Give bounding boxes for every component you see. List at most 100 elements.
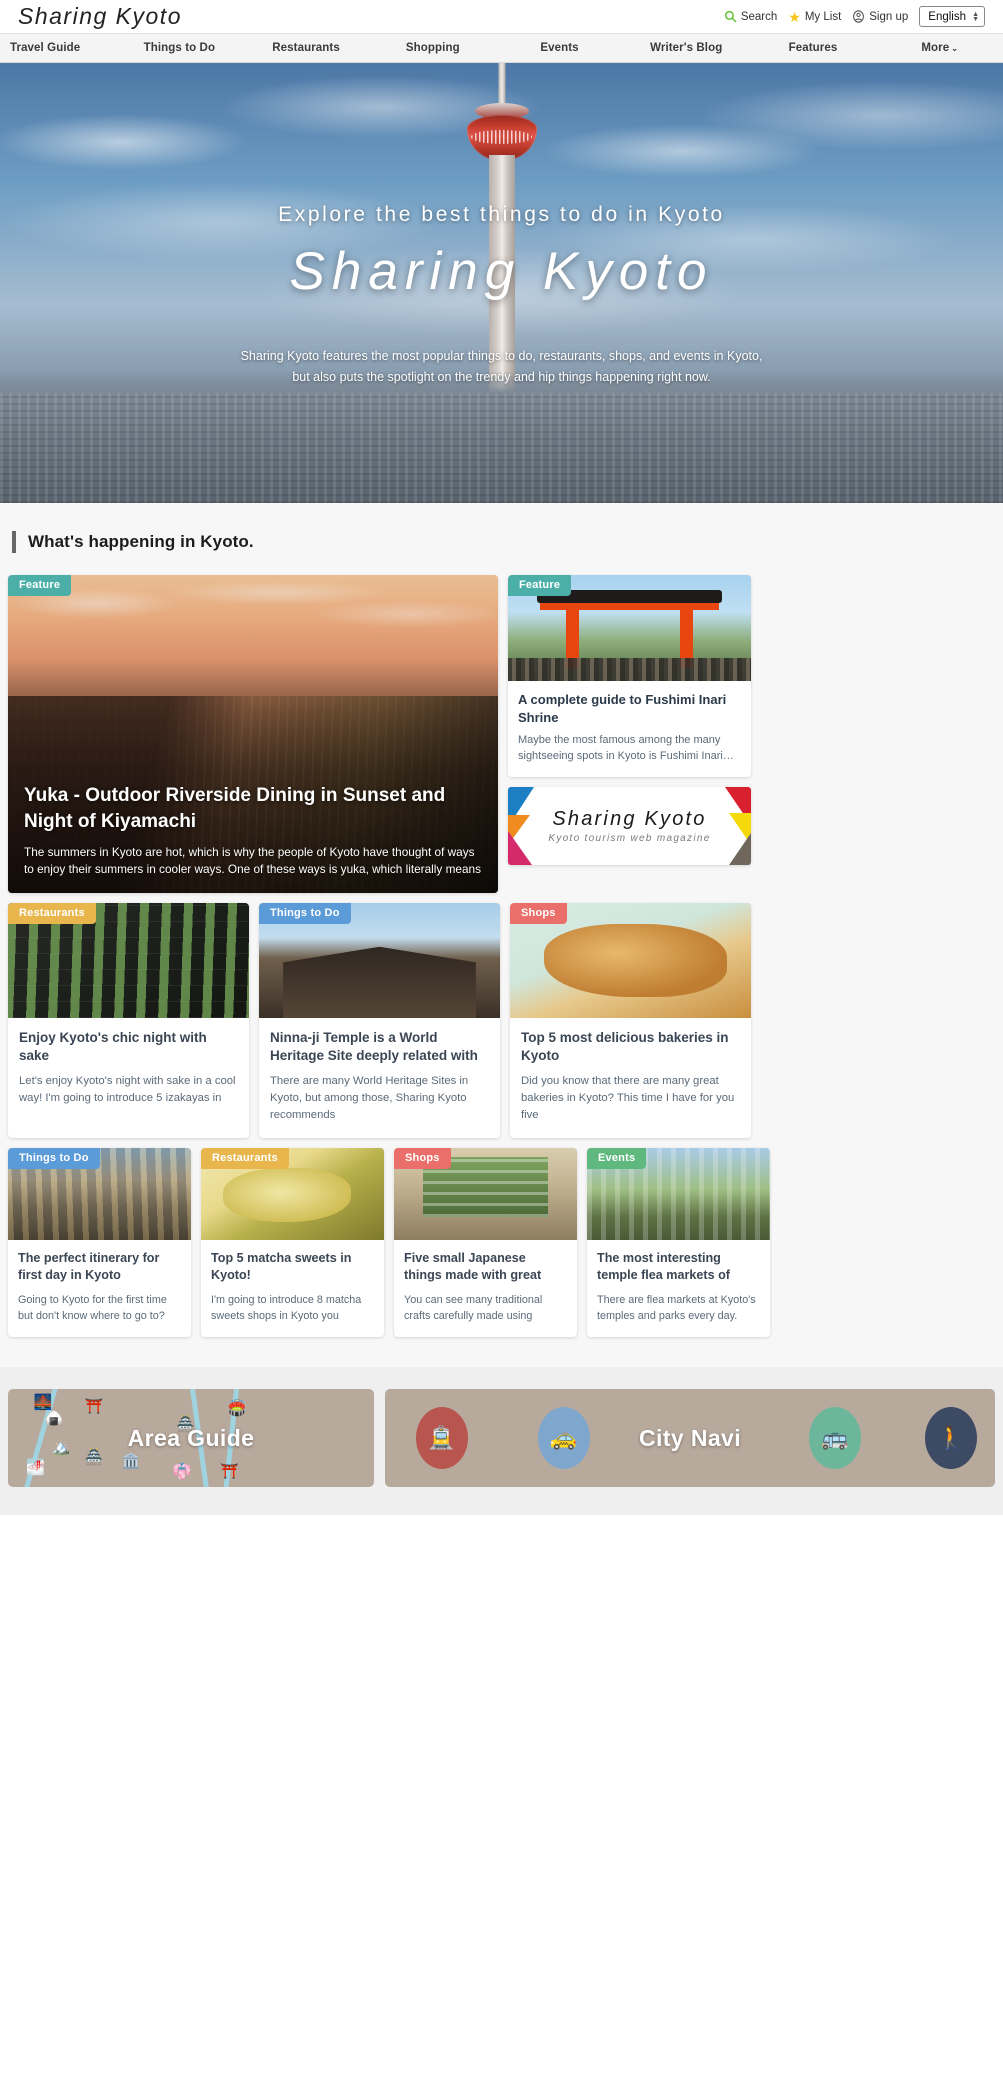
search-label: Search	[740, 10, 778, 23]
article-excerpt: There are many World Heritage Sites in K…	[270, 1075, 469, 1122]
temple-icon: 🏛️	[121, 1453, 141, 1471]
onigiri-icon: 🍙	[44, 1409, 64, 1427]
category-badge-restaurants[interactable]: Restaurants	[8, 903, 96, 924]
article-title: Top 5 matcha sweets in Kyoto!	[211, 1250, 352, 1282]
three-card-row: Restaurants Enjoy Kyoto's chic night wit…	[8, 903, 995, 1138]
chevron-down-icon: ⌄	[951, 44, 959, 53]
article-card-ninnaji[interactable]: Things to Do Ninna-ji Temple is a World …	[259, 903, 500, 1138]
footer-strip	[0, 1515, 1003, 1528]
article-card-fushimi-inari[interactable]: Feature A complete guide to Fushimi Inar…	[508, 575, 751, 777]
stepper-arrows-icon: ▲ ▼	[972, 10, 979, 23]
article-card-sake[interactable]: Restaurants Enjoy Kyoto's chic night wit…	[8, 903, 249, 1138]
area-guide-banner[interactable]: 🌉 🍙 ⛩️ 🏔️ 🌁 🏯 🏛️ 🏯 👘 ⛩️ 🏟️ Area Guide	[8, 1389, 374, 1488]
nav-item-shopping[interactable]: Shopping	[369, 42, 496, 54]
four-card-row: Things to Do The perfect itinerary for f…	[8, 1147, 995, 1338]
search-button[interactable]: Search	[724, 10, 777, 23]
torii-icon: ⛩️	[220, 1462, 239, 1480]
article-card-bakeries[interactable]: Shops Top 5 most delicious bakeries in K…	[510, 903, 751, 1138]
article-card-flea-market[interactable]: Events The most interesting temple flea …	[587, 1147, 770, 1338]
bridge-icon: 🌉	[33, 1394, 53, 1412]
nav-item-features[interactable]: Features	[750, 42, 877, 54]
article-title: Five small Japanese things made with gre…	[404, 1250, 542, 1282]
nav-item-more[interactable]: More ⌄	[876, 42, 1003, 54]
nav-item-writers-blog[interactable]: Writer's Blog	[623, 42, 750, 54]
article-excerpt: Maybe the most famous among the many sig…	[518, 734, 734, 763]
my-list-label: My List	[804, 10, 842, 23]
hero-subtitle: Explore the best things to do in Kyoto	[278, 203, 725, 226]
sign-up-label: Sign up	[869, 10, 909, 23]
geisha-icon: 👘	[172, 1462, 192, 1480]
hero-description: Sharing Kyoto features the most popular …	[241, 346, 763, 387]
whats-happening-section: What's happening in Kyoto. Feature Yuka …	[0, 503, 1003, 1368]
article-body: Top 5 most delicious bakeries in Kyoto D…	[510, 1018, 751, 1138]
article-title: The most interesting temple flea markets…	[597, 1250, 730, 1282]
star-icon: ★	[788, 8, 801, 25]
sharing-kyoto-ad-banner[interactable]: Sharing Kyoto Kyoto tourism web magazine	[508, 786, 751, 865]
hero-title: Sharing Kyoto	[289, 242, 714, 301]
bus-icon: 🚌	[808, 1407, 861, 1470]
section-header: What's happening in Kyoto.	[12, 531, 995, 553]
article-body: The perfect itinerary for first day in K…	[8, 1240, 191, 1337]
article-card-yuka[interactable]: Feature Yuka - Outdoor Riverside Dining …	[8, 575, 498, 893]
site-header: Sharing Kyoto Search ★ My List Sign up E…	[0, 0, 1003, 33]
article-body: Five small Japanese things made with gre…	[394, 1240, 577, 1337]
mountain-icon: 🏔️	[51, 1439, 71, 1457]
category-badge-restaurants[interactable]: Restaurants	[201, 1147, 289, 1169]
banner-row: 🌉 🍙 ⛩️ 🏔️ 🌁 🏯 🏛️ 🏯 👘 ⛩️ 🏟️ Area Guide 🚊 …	[8, 1389, 995, 1488]
language-select[interactable]: English ▲ ▼	[919, 6, 985, 27]
taxi-icon: 🚕	[537, 1407, 590, 1470]
site-logo[interactable]: Sharing Kyoto	[18, 3, 182, 30]
bottom-banner-section: 🌉 🍙 ⛩️ 🏔️ 🌁 🏯 🏛️ 🏯 👘 ⛩️ 🏟️ Area Guide 🚊 …	[0, 1367, 1003, 1516]
category-badge-things-to-do[interactable]: Things to Do	[259, 903, 351, 924]
search-icon	[724, 10, 737, 23]
article-title: Yuka - Outdoor Riverside Dining in Sunse…	[24, 785, 446, 832]
category-badge-things-to-do[interactable]: Things to Do	[8, 1147, 100, 1169]
category-badge-events[interactable]: Events	[587, 1147, 647, 1169]
article-body: Ninna-ji Temple is a World Heritage Site…	[259, 1018, 500, 1138]
article-body: The most interesting temple flea markets…	[587, 1240, 770, 1337]
article-title: Top 5 most delicious bakeries in Kyoto	[521, 1030, 729, 1064]
article-body: Top 5 matcha sweets in Kyoto! I'm going …	[201, 1240, 384, 1337]
category-badge-feature[interactable]: Feature	[8, 575, 72, 596]
category-badge-feature[interactable]: Feature	[508, 575, 572, 596]
article-excerpt: Did you know that there are many great b…	[521, 1075, 735, 1122]
article-excerpt: I'm going to introduce 8 matcha sweets s…	[211, 1293, 362, 1323]
article-excerpt: Going to Kyoto for the first time but do…	[18, 1293, 167, 1323]
ad-tagline: Kyoto tourism web magazine	[548, 832, 711, 844]
nav-item-restaurants[interactable]: Restaurants	[243, 42, 370, 54]
article-card-crafts[interactable]: Shops Five small Japanese things made wi…	[394, 1147, 577, 1338]
main-navigation: Travel Guide Things to Do Restaurants Sh…	[0, 33, 1003, 63]
city-navi-banner[interactable]: 🚊 🚕 City Navi 🚌 🚶	[385, 1389, 995, 1488]
nav-item-things-to-do[interactable]: Things to Do	[116, 42, 243, 54]
header-actions: Search ★ My List Sign up English ▲ ▼	[724, 6, 985, 27]
page-title: What's happening in Kyoto.	[28, 532, 254, 551]
nav-item-events[interactable]: Events	[496, 42, 623, 54]
city-navi-label: City Navi	[638, 1424, 742, 1451]
nav-more-label: More	[921, 42, 950, 54]
hero-description-line-1: Sharing Kyoto features the most popular …	[240, 349, 763, 363]
article-excerpt: You can see many traditional crafts care…	[404, 1293, 543, 1323]
feature-row: Feature Yuka - Outdoor Riverside Dining …	[8, 575, 995, 893]
section-accent-bar	[12, 531, 16, 553]
article-title: Ninna-ji Temple is a World Heritage Site…	[270, 1030, 478, 1064]
corner-shape-magenta	[508, 830, 532, 865]
article-body: Enjoy Kyoto's chic night with sake Let's…	[8, 1018, 249, 1121]
language-value: English	[928, 10, 966, 23]
article-body: A complete guide to Fushimi Inari Shrine…	[508, 681, 751, 777]
article-card-itinerary[interactable]: Things to Do The perfect itinerary for f…	[8, 1147, 191, 1338]
area-guide-label: Area Guide	[127, 1424, 255, 1451]
category-badge-shops[interactable]: Shops	[510, 903, 567, 924]
article-card-matcha[interactable]: Restaurants Top 5 matcha sweets in Kyoto…	[201, 1147, 384, 1338]
category-badge-shops[interactable]: Shops	[394, 1147, 451, 1169]
article-title: A complete guide to Fushimi Inari Shrine	[518, 692, 727, 725]
nav-item-travel-guide[interactable]: Travel Guide	[0, 42, 116, 54]
feature-side-column: Feature A complete guide to Fushimi Inar…	[508, 575, 751, 893]
shrine-gate-icon: ⛩️	[84, 1398, 104, 1416]
sign-up-button[interactable]: Sign up	[852, 10, 908, 23]
hero-banner: Explore the best things to do in Kyoto S…	[0, 63, 1003, 503]
my-list-button[interactable]: ★ My List	[788, 10, 841, 24]
hero-description-line-2: but also puts the spotlight on the trend…	[292, 369, 711, 384]
article-excerpt: Let's enjoy Kyoto's night with sake in a…	[19, 1075, 236, 1105]
bridge-icon: 🌁	[26, 1458, 45, 1476]
castle-icon: 🏯	[84, 1449, 104, 1467]
